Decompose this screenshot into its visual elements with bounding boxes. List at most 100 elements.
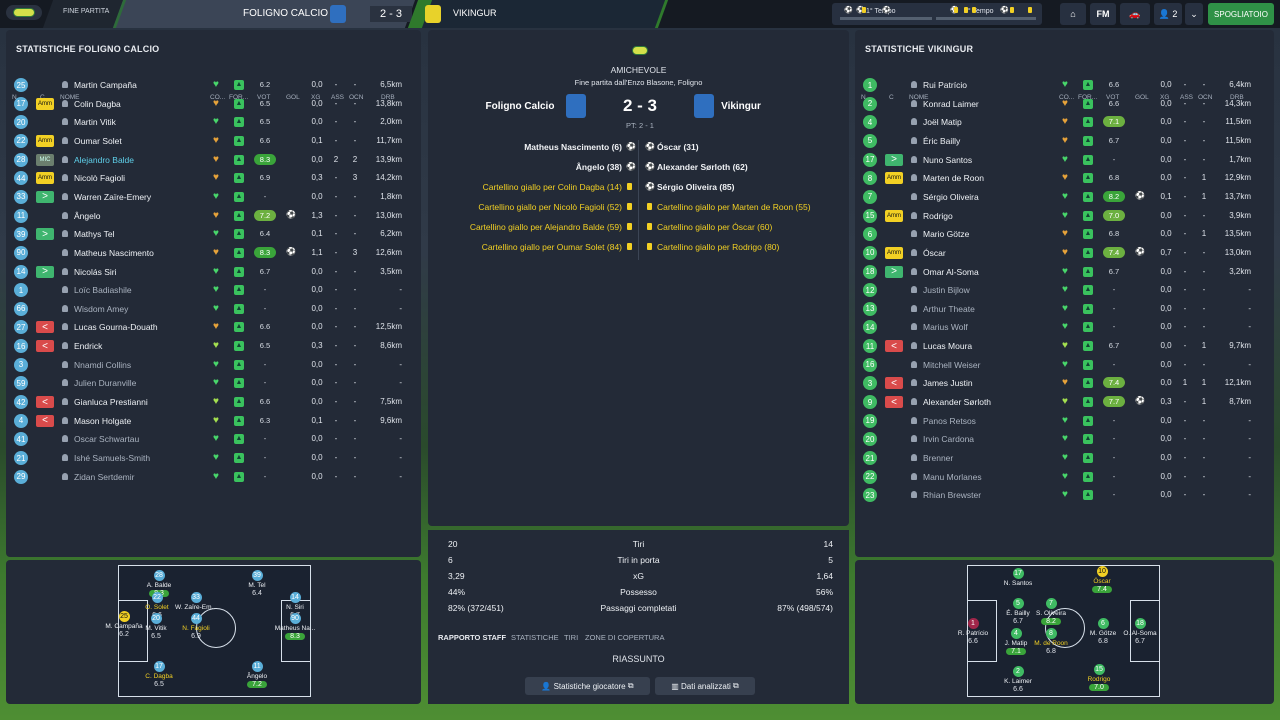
player-row[interactable]: 66 Wisdom Amey ♥ ▲ -0,0- - - <box>6 300 421 318</box>
inbox-count[interactable]: 👤 2 <box>1154 3 1182 25</box>
player-name[interactable]: Nnamdi Collins <box>74 360 131 370</box>
analyzed-data-button[interactable]: ▥ Dati analizzati ⧉ <box>655 677 755 695</box>
home-icon[interactable]: ⌂ <box>1060 3 1086 25</box>
player-row[interactable]: 1 Loïc Badiashile ♥ ▲ -0,0- - - <box>6 281 421 299</box>
player-row[interactable]: 23 Rhian Brewster ♥ ▲ -0,0- - - <box>855 486 1274 504</box>
player-name[interactable]: Rhian Brewster <box>923 490 981 500</box>
player-row[interactable]: 6 Mario Götze ♥ ▲ 6.8 0,0-1 13,5km <box>855 225 1274 243</box>
player-name[interactable]: Ishé Samuels-Smith <box>74 453 150 463</box>
player-name[interactable]: Rui Patrício <box>923 80 967 90</box>
player-row[interactable]: 90 Matheus Nascimento ♥ ▲ 8.3 ⚽ 1,1-3 12,6km <box>6 244 421 262</box>
formation-player[interactable]: 11 Ângelo 7.2 <box>232 661 282 688</box>
player-row[interactable]: 21 Ishé Samuels-Smith ♥ ▲ -0,0- - - <box>6 449 421 467</box>
player-name[interactable]: Nicolò Fagioli <box>74 173 125 183</box>
player-name[interactable]: Óscar <box>923 248 946 258</box>
car-icon[interactable]: 🚗 <box>1120 3 1150 25</box>
player-name[interactable]: Omar Al-Soma <box>923 267 979 277</box>
player-row[interactable]: 20 Irvin Cardona ♥ ▲ -0,0- - - <box>855 430 1274 448</box>
player-row[interactable]: 27 < Lucas Gourna-Douath ♥ ▲ 6.6 0,0- -12,5km <box>6 318 421 336</box>
player-name[interactable]: Wisdom Amey <box>74 304 128 314</box>
player-row[interactable]: 3 Nnamdi Collins ♥ ▲ -0,0- - - <box>6 356 421 374</box>
player-row[interactable]: 18 > Omar Al-Soma ♥ ▲ 6.7 0,0- -3,2km <box>855 263 1274 281</box>
player-row[interactable]: 14 Marius Wolf ♥ ▲ -0,0- - - <box>855 318 1274 336</box>
player-name[interactable]: Nicolás Siri <box>74 267 117 277</box>
player-name[interactable]: Marius Wolf <box>923 322 968 332</box>
fm-button[interactable]: FM <box>1090 3 1116 25</box>
player-name[interactable]: Sérgio Oliveira <box>923 192 979 202</box>
player-name[interactable]: Mitchell Weiser <box>923 360 980 370</box>
player-name[interactable]: Martin Campaña <box>74 80 137 90</box>
player-name[interactable]: Manu Morlanes <box>923 472 982 482</box>
player-row[interactable]: 33 > Warren Zaïre-Emery ♥ ▲ -0,0- -1,8km <box>6 188 421 206</box>
player-row[interactable]: 25 Martin Campaña ♥ ▲ 6.2 0,0- -6,5km <box>6 76 421 94</box>
player-row[interactable]: 17 Amm Colin Dagba ♥ ▲ 6.5 0,0- -13,8km <box>6 95 421 113</box>
player-row[interactable]: 11 Ângelo ♥ ▲ 7.2 ⚽ 1,3- -13,0km <box>6 207 421 225</box>
tab-2[interactable]: TIRI <box>564 633 578 642</box>
formation-player[interactable]: 2 K. Laimer 6.6 <box>993 666 1043 693</box>
player-name[interactable]: Marten de Roon <box>923 173 984 183</box>
player-row[interactable]: 13 Arthur Theate ♥ ▲ -0,0- - - <box>855 300 1274 318</box>
player-name[interactable]: Rodrigo <box>923 211 953 221</box>
player-row[interactable]: 41 Oscar Schwartau ♥ ▲ -0,0- - - <box>6 430 421 448</box>
player-row[interactable]: 12 Justin Bijlow ♥ ▲ -0,0- - - <box>855 281 1274 299</box>
player-name[interactable]: Lucas Moura <box>923 341 972 351</box>
player-name[interactable]: Nuno Santos <box>923 155 972 165</box>
player-row[interactable]: 5 Éric Bailly ♥ ▲ 6.7 0,0- -11,5km <box>855 132 1274 150</box>
formation-player[interactable]: 17 N. Santos <box>993 568 1043 587</box>
player-name[interactable]: Julien Duranville <box>74 378 136 388</box>
player-name[interactable]: Mason Holgate <box>74 416 131 426</box>
player-row[interactable]: 8 Amm Marten de Roon ♥ ▲ 6.8 0,0-1 12,9km <box>855 169 1274 187</box>
player-row[interactable]: 4 Joël Matip ♥ ▲ 7.1 0,0- -11,5km <box>855 113 1274 131</box>
home-team-label[interactable]: Foligno Calcio <box>480 101 560 112</box>
player-row[interactable]: 17 > Nuno Santos ♥ ▲ -0,0- -1,7km <box>855 151 1274 169</box>
player-name[interactable]: Joël Matip <box>923 117 962 127</box>
player-row[interactable]: 3 < James Justin ♥ ▲ 7.4 0,0 1 1 12,1km <box>855 374 1274 392</box>
player-row[interactable]: 15 Amm Rodrigo ♥ ▲ 7.0 0,0- -3,9km <box>855 207 1274 225</box>
competition-badge-icon[interactable] <box>6 5 42 20</box>
player-name[interactable]: Gianluca Prestianni <box>74 397 148 407</box>
formation-player[interactable]: 44 N. Fagioli 6.9 <box>171 613 221 640</box>
tab-3[interactable]: ZONE DI COPERTURA <box>585 633 664 642</box>
player-name[interactable]: Arthur Theate <box>923 304 975 314</box>
player-row[interactable]: 44 Amm Nicolò Fagioli ♥ ▲ 6.9 0,3-3 14,2km <box>6 169 421 187</box>
player-stats-button[interactable]: 👤 Statistiche giocatore ⧉ <box>525 677 650 695</box>
tab-1[interactable]: STATISTICHE <box>511 633 559 642</box>
formation-player[interactable]: 18 O. Al-Soma 6.7 <box>1115 618 1165 645</box>
player-row[interactable]: 22 Manu Morlanes ♥ ▲ -0,0- - - <box>855 468 1274 486</box>
player-name[interactable]: Matheus Nascimento <box>74 248 154 258</box>
player-name[interactable]: Brenner <box>923 453 953 463</box>
player-name[interactable]: Warren Zaïre-Emery <box>74 192 151 202</box>
formation-player[interactable]: 10 Óscar 7.4 <box>1077 566 1127 593</box>
player-row[interactable]: 16 < Endrick ♥ ▲ 6.5 0,3- -8,6km <box>6 337 421 355</box>
player-row[interactable]: 29 Zidan Sertdemir ♥ ▲ -0,0- - - <box>6 468 421 486</box>
player-name[interactable]: Konrad Laimer <box>923 99 979 109</box>
match-timeline[interactable]: 1° Tempo 2° Tempo ⚽ ⚽ ⚽ ⚽ ⚽ <box>832 3 1042 25</box>
player-row[interactable]: 10 Amm Óscar ♥ ▲ 7.4 ⚽ 0,7- -13,0km <box>855 244 1274 262</box>
formation-player[interactable]: 33 W. Zaïre-Em... <box>171 592 221 611</box>
chevron-down-icon[interactable]: ⌄ <box>1185 3 1203 25</box>
formation-player[interactable]: 7 S. Oliveira 8.2 <box>1026 598 1076 625</box>
player-name[interactable]: Éric Bailly <box>923 136 960 146</box>
player-name[interactable]: Irvin Cardona <box>923 434 974 444</box>
player-row[interactable]: 20 Martin Vitik ♥ ▲ 6.5 0,0- -2,0km <box>6 113 421 131</box>
player-name[interactable]: Oumar Solet <box>74 136 122 146</box>
player-name[interactable]: Mario Götze <box>923 229 969 239</box>
player-row[interactable]: 9 < Alexander Sørloth ♥ ▲ 7.7 ⚽ 0,3-1 8,7km <box>855 393 1274 411</box>
player-row[interactable]: 11 < Lucas Moura ♥ ▲ 6.7 0,0-1 9,7km <box>855 337 1274 355</box>
player-row[interactable]: 7 Sérgio Oliveira ♥ ▲ 8.2 ⚽ 0,1-1 13,7km <box>855 188 1274 206</box>
player-row[interactable]: 2 Konrad Laimer ♥ ▲ 6.6 0,0- -14,3km <box>855 95 1274 113</box>
player-name[interactable]: Oscar Schwartau <box>74 434 139 444</box>
player-row[interactable]: 19 Panos Retsos ♥ ▲ -0,0- - - <box>855 412 1274 430</box>
player-name[interactable]: Endrick <box>74 341 102 351</box>
formation-player[interactable]: 90 Matheus Na... 8.3 <box>270 613 320 640</box>
player-name[interactable]: Panos Retsos <box>923 416 976 426</box>
formation-player[interactable]: 8 M. de Roon 6.8 <box>1026 628 1076 655</box>
player-name[interactable]: Lucas Gourna-Douath <box>74 322 158 332</box>
player-name[interactable]: Ângelo <box>74 211 100 221</box>
away-team-name[interactable]: VIKINGUR <box>453 8 497 18</box>
away-team-label[interactable]: Vikingur <box>716 101 766 112</box>
player-row[interactable]: 21 Brenner ♥ ▲ -0,0- - - <box>855 449 1274 467</box>
formation-player[interactable]: 15 Rodrigo 7.0 <box>1074 664 1124 691</box>
player-row[interactable]: 16 Mitchell Weiser ♥ ▲ -0,0- - - <box>855 356 1274 374</box>
player-name[interactable]: Mathys Tel <box>74 229 114 239</box>
